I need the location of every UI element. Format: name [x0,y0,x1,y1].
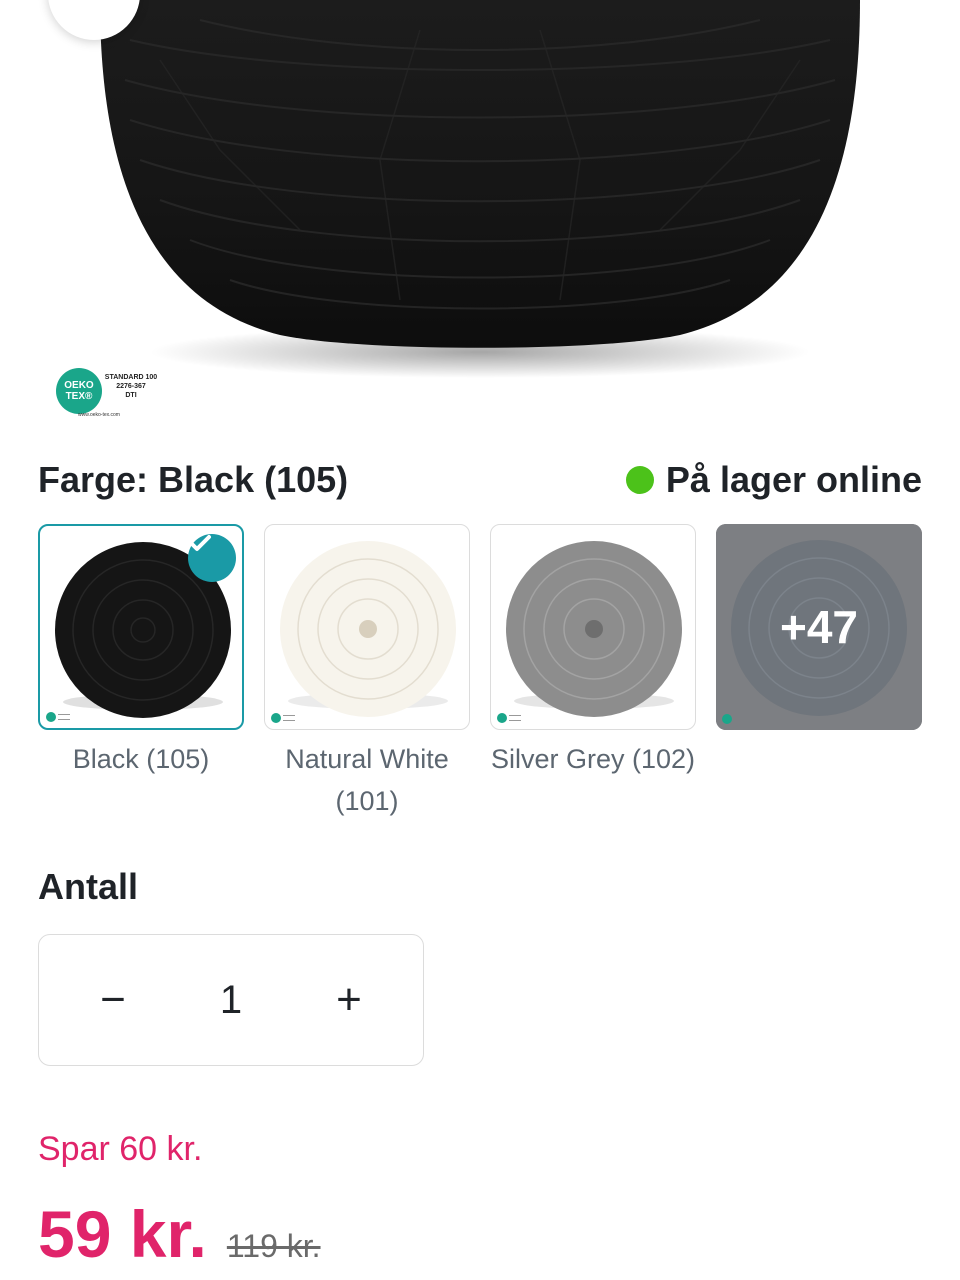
selected-check-icon [188,534,236,582]
oeko-tex-standard: STANDARD 100 2276-367 DTI [104,374,158,399]
savings-label: Spar 60 kr. [38,1130,203,1168]
more-colors-button[interactable]: +47 [716,524,922,730]
swatch-image[interactable] [264,524,470,730]
oeko-tex-url: www.oeko-tex.com [78,412,120,418]
price-row: 59 kr. 119 kr. [38,1196,321,1272]
swatch-more-colors[interactable]: +47 [716,524,922,822]
swatch-label[interactable]: Black (105) [38,738,244,780]
selected-color-title: Farge: Black (105) [38,459,349,500]
swatch-label[interactable]: Silver Grey (102) [490,738,696,780]
oeko-tex-mini-icon [497,713,507,723]
swatch-natural-white[interactable]: Natural White (101) [264,524,470,822]
current-price: 59 kr. [38,1197,207,1271]
quantity-value[interactable]: 1 [220,978,242,1023]
swatch-label[interactable]: Natural White (101) [264,738,470,822]
yarn-white-image [280,541,456,717]
oeko-tex-mini-icon [271,713,281,723]
increment-button[interactable]: + [329,978,369,1022]
oeko-tex-mini-icon [722,714,732,724]
swatch-image[interactable] [490,524,696,730]
swatch-silver-grey[interactable]: Silver Grey (102) [490,524,696,822]
stock-status: På lager online [625,459,922,501]
quantity-title: Antall [38,866,139,907]
original-price: 119 kr. [226,1228,321,1264]
quantity-stepper: − 1 + [38,934,424,1066]
color-swatch-list: Black (105) Natural White (101) Silver G… [38,524,922,822]
stock-status-label: På lager online [665,459,922,500]
swatch-black[interactable]: Black (105) [38,524,244,822]
more-colors-count: +47 [779,601,859,653]
yarn-grey-image [506,541,682,717]
oeko-tex-badge: OEKO TEX® STANDARD 100 2276-367 DTI www.… [56,366,166,426]
product-image[interactable]: OEKO TEX® STANDARD 100 2276-367 DTI www.… [0,0,960,430]
color-header: Farge: Black (105) På lager online [38,456,922,504]
oeko-tex-logo: OEKO TEX® [56,368,102,414]
decrement-button[interactable]: − [93,978,133,1022]
oeko-tex-mini-icon [46,712,56,722]
in-stock-dot-icon [625,466,654,494]
swatch-image[interactable] [38,524,244,730]
